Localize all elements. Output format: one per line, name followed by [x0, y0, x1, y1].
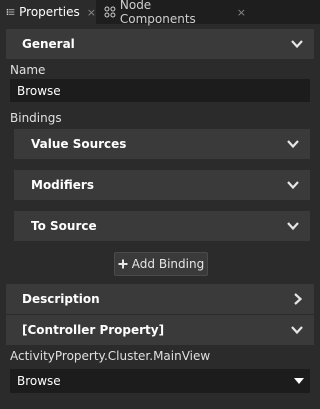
description-section-header[interactable]: Description	[6, 284, 314, 314]
dropdown-arrow-icon	[294, 378, 304, 384]
activity-property-dropdown[interactable]: Browse	[10, 369, 310, 393]
tab-bar: Properties × Node Components ×	[0, 0, 320, 26]
value-sources-header[interactable]: Value Sources	[14, 129, 310, 159]
general-section-header[interactable]: General	[6, 29, 314, 59]
tab-label: Properties	[19, 5, 80, 19]
list-icon	[6, 8, 15, 16]
plus-icon	[118, 259, 128, 269]
node-components-icon	[104, 6, 116, 18]
section-title: General	[22, 37, 75, 51]
dropdown-value: Browse	[17, 374, 61, 388]
chevron-down-icon	[287, 222, 299, 231]
tab-properties[interactable]: Properties ×	[0, 0, 96, 24]
chevron-down-icon	[287, 181, 299, 190]
add-binding-label: Add Binding	[131, 257, 205, 271]
section-title: To Source	[31, 219, 97, 233]
close-icon[interactable]: ×	[87, 6, 96, 19]
name-label: Name	[10, 63, 46, 77]
section-title: Value Sources	[31, 137, 127, 151]
chevron-down-icon	[291, 40, 303, 49]
section-title: Modifiers	[31, 178, 94, 192]
to-source-header[interactable]: To Source	[14, 211, 310, 241]
chevron-down-icon	[287, 140, 299, 149]
section-title: [Controller Property]	[22, 323, 165, 337]
tab-node-components[interactable]: Node Components ×	[100, 0, 246, 26]
chevron-down-icon	[291, 326, 303, 335]
controller-property-header[interactable]: [Controller Property]	[6, 315, 314, 345]
close-icon[interactable]: ×	[237, 6, 246, 19]
add-binding-button[interactable]: Add Binding	[114, 252, 208, 276]
name-field[interactable]: Browse	[10, 79, 310, 102]
section-title: Description	[22, 292, 100, 306]
chevron-right-icon	[294, 293, 303, 305]
modifiers-header[interactable]: Modifiers	[14, 170, 310, 200]
activity-property-label: ActivityProperty.Cluster.MainView	[10, 349, 211, 363]
bindings-label: Bindings	[10, 111, 62, 125]
tab-label: Node Components	[119, 0, 196, 26]
